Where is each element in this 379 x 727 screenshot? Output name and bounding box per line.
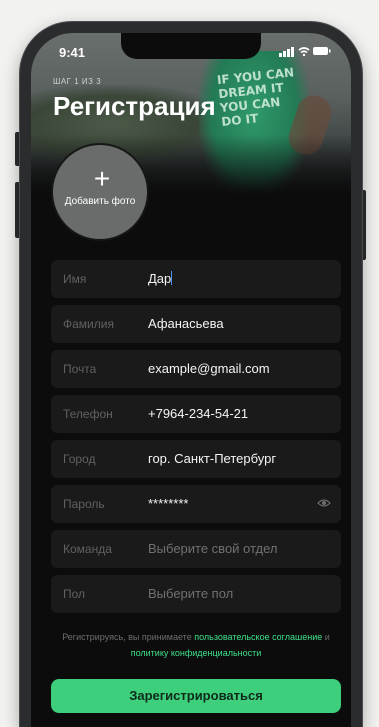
registration-form: Имя Дар Фамилия Афанасьева Почта example… <box>51 260 341 620</box>
phone-field[interactable]: Телефон +7964-234-54-21 <box>51 395 341 433</box>
city-field[interactable]: Город гор. Санкт-Петербург <box>51 440 341 478</box>
field-placeholder[interactable]: Выберите пол <box>148 586 233 601</box>
field-label: Пол <box>63 587 86 601</box>
user-agreement-link[interactable]: пользовательское соглашение <box>194 632 322 642</box>
field-label: Город <box>63 452 96 466</box>
field-label: Пароль <box>63 497 105 511</box>
screen: IF YOU CAN DREAM IT YOU CAN DO IT 9:41 Ш… <box>31 33 351 727</box>
text-caret <box>171 271 173 285</box>
field-label: Почта <box>63 362 97 376</box>
eye-icon[interactable] <box>317 497 331 509</box>
field-label: Имя <box>63 272 87 286</box>
field-placeholder[interactable]: Выберите свой отдел <box>148 541 278 556</box>
field-label: Телефон <box>63 407 113 421</box>
team-select[interactable]: Команда Выберите свой отдел <box>51 530 341 568</box>
first-name-field[interactable]: Имя Дар <box>51 260 341 298</box>
notch <box>121 33 261 59</box>
status-icons <box>279 45 331 60</box>
step-indicator: ШАГ 1 ИЗ 3 <box>53 77 102 86</box>
page-title: Регистрация <box>53 91 216 121</box>
field-label: Команда <box>63 542 112 556</box>
add-photo-button[interactable]: + Добавить фото <box>51 143 149 241</box>
terms-text: Регистрируясь, вы принимаете пользовател… <box>62 632 330 658</box>
status-time: 9:41 <box>59 45 86 60</box>
gender-select[interactable]: Пол Выберите пол <box>51 575 341 613</box>
field-value[interactable]: example@gmail.com <box>148 361 270 376</box>
email-field[interactable]: Почта example@gmail.com <box>51 350 341 388</box>
add-photo-label: Добавить фото <box>64 196 136 207</box>
plus-icon: + <box>93 163 111 194</box>
password-field[interactable]: Пароль ******** <box>51 485 341 523</box>
privacy-policy-link[interactable]: политику конфиденциальности <box>131 648 262 658</box>
field-value[interactable]: ******** <box>148 496 188 511</box>
shirt-print: IF YOU CAN DREAM IT YOU CAN DO IT <box>216 65 295 130</box>
last-name-field[interactable]: Фамилия Афанасьева <box>51 305 341 343</box>
signal-wifi-battery-icon <box>279 47 331 57</box>
field-value[interactable]: гор. Санкт-Петербург <box>148 451 276 466</box>
field-label: Фамилия <box>63 317 114 331</box>
field-value[interactable]: Дар <box>148 271 173 286</box>
field-value[interactable]: +7964-234-54-21 <box>148 406 248 421</box>
register-button[interactable]: Зарегистрироваться <box>51 679 341 713</box>
field-value[interactable]: Афанасьева <box>148 316 224 331</box>
